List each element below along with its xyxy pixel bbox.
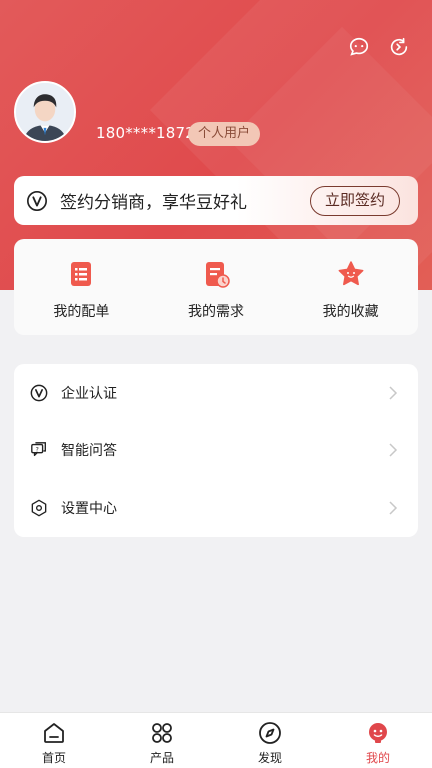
user-type-badge: 个人用户: [188, 122, 261, 146]
refresh-icon[interactable]: [388, 36, 410, 58]
star-icon: [338, 261, 364, 286]
banner-text: 签约分销商，享华豆好礼: [60, 193, 247, 213]
chevron-right-icon: [389, 501, 398, 515]
quick-actions: 我的配单 我的需求 我的收藏: [14, 239, 418, 335]
message-icon[interactable]: [348, 36, 370, 58]
tab-label: 发现: [257, 751, 282, 765]
avatar[interactable]: [14, 81, 76, 143]
verify-v-icon: [27, 190, 47, 211]
menu-item-smart-qa[interactable]: ? 智能问答: [14, 422, 418, 480]
tab-mine[interactable]: 我的: [324, 713, 432, 768]
settings-menu: 企业认证 ? 智能问答 设置中心: [14, 364, 418, 537]
compass-icon: [259, 722, 281, 744]
tab-label: 产品: [149, 751, 174, 765]
tab-label: 我的: [365, 751, 390, 765]
avatar-image: [16, 83, 74, 141]
distributor-banner[interactable]: 签约分销商，享华豆好礼 立即签约: [14, 176, 418, 225]
grid-icon: [152, 723, 172, 743]
menu-item-enterprise-verification[interactable]: 企业认证: [14, 364, 418, 422]
tab-home[interactable]: 首页: [0, 713, 108, 768]
chevron-right-icon: [389, 386, 398, 400]
menu-item-label: 设置中心: [61, 500, 117, 517]
hexagon-settings-icon: [31, 499, 47, 517]
menu-item-label: 企业认证: [61, 385, 117, 402]
my-requirements-button[interactable]: 我的需求: [149, 239, 284, 335]
my-orders-button[interactable]: 我的配单: [14, 239, 149, 335]
quick-label: 我的收藏: [322, 304, 379, 320]
sign-now-button[interactable]: 立即签约: [309, 185, 400, 216]
bottom-tab-bar: 首页 产品 发现 我的: [0, 712, 432, 768]
chevron-right-icon: [389, 443, 398, 457]
user-phone: 180****1872: [96, 124, 196, 142]
order-list-icon: [71, 262, 92, 286]
my-favorites-button[interactable]: 我的收藏: [283, 239, 418, 335]
tab-discover[interactable]: 发现: [216, 713, 324, 768]
svg-text:?: ?: [36, 447, 39, 454]
menu-item-settings-center[interactable]: 设置中心: [14, 479, 418, 537]
quick-label: 我的配单: [53, 304, 110, 320]
requirement-doc-icon: [206, 262, 230, 288]
quick-label: 我的需求: [188, 304, 244, 320]
qa-chat-icon: ?: [31, 442, 46, 457]
tab-label: 首页: [41, 751, 66, 765]
header-actions: [348, 36, 410, 58]
tab-products[interactable]: 产品: [108, 713, 216, 768]
home-icon: [44, 723, 64, 743]
menu-item-label: 智能问答: [61, 443, 117, 460]
profile-icon: [369, 723, 387, 743]
verify-v-icon: [30, 384, 48, 402]
